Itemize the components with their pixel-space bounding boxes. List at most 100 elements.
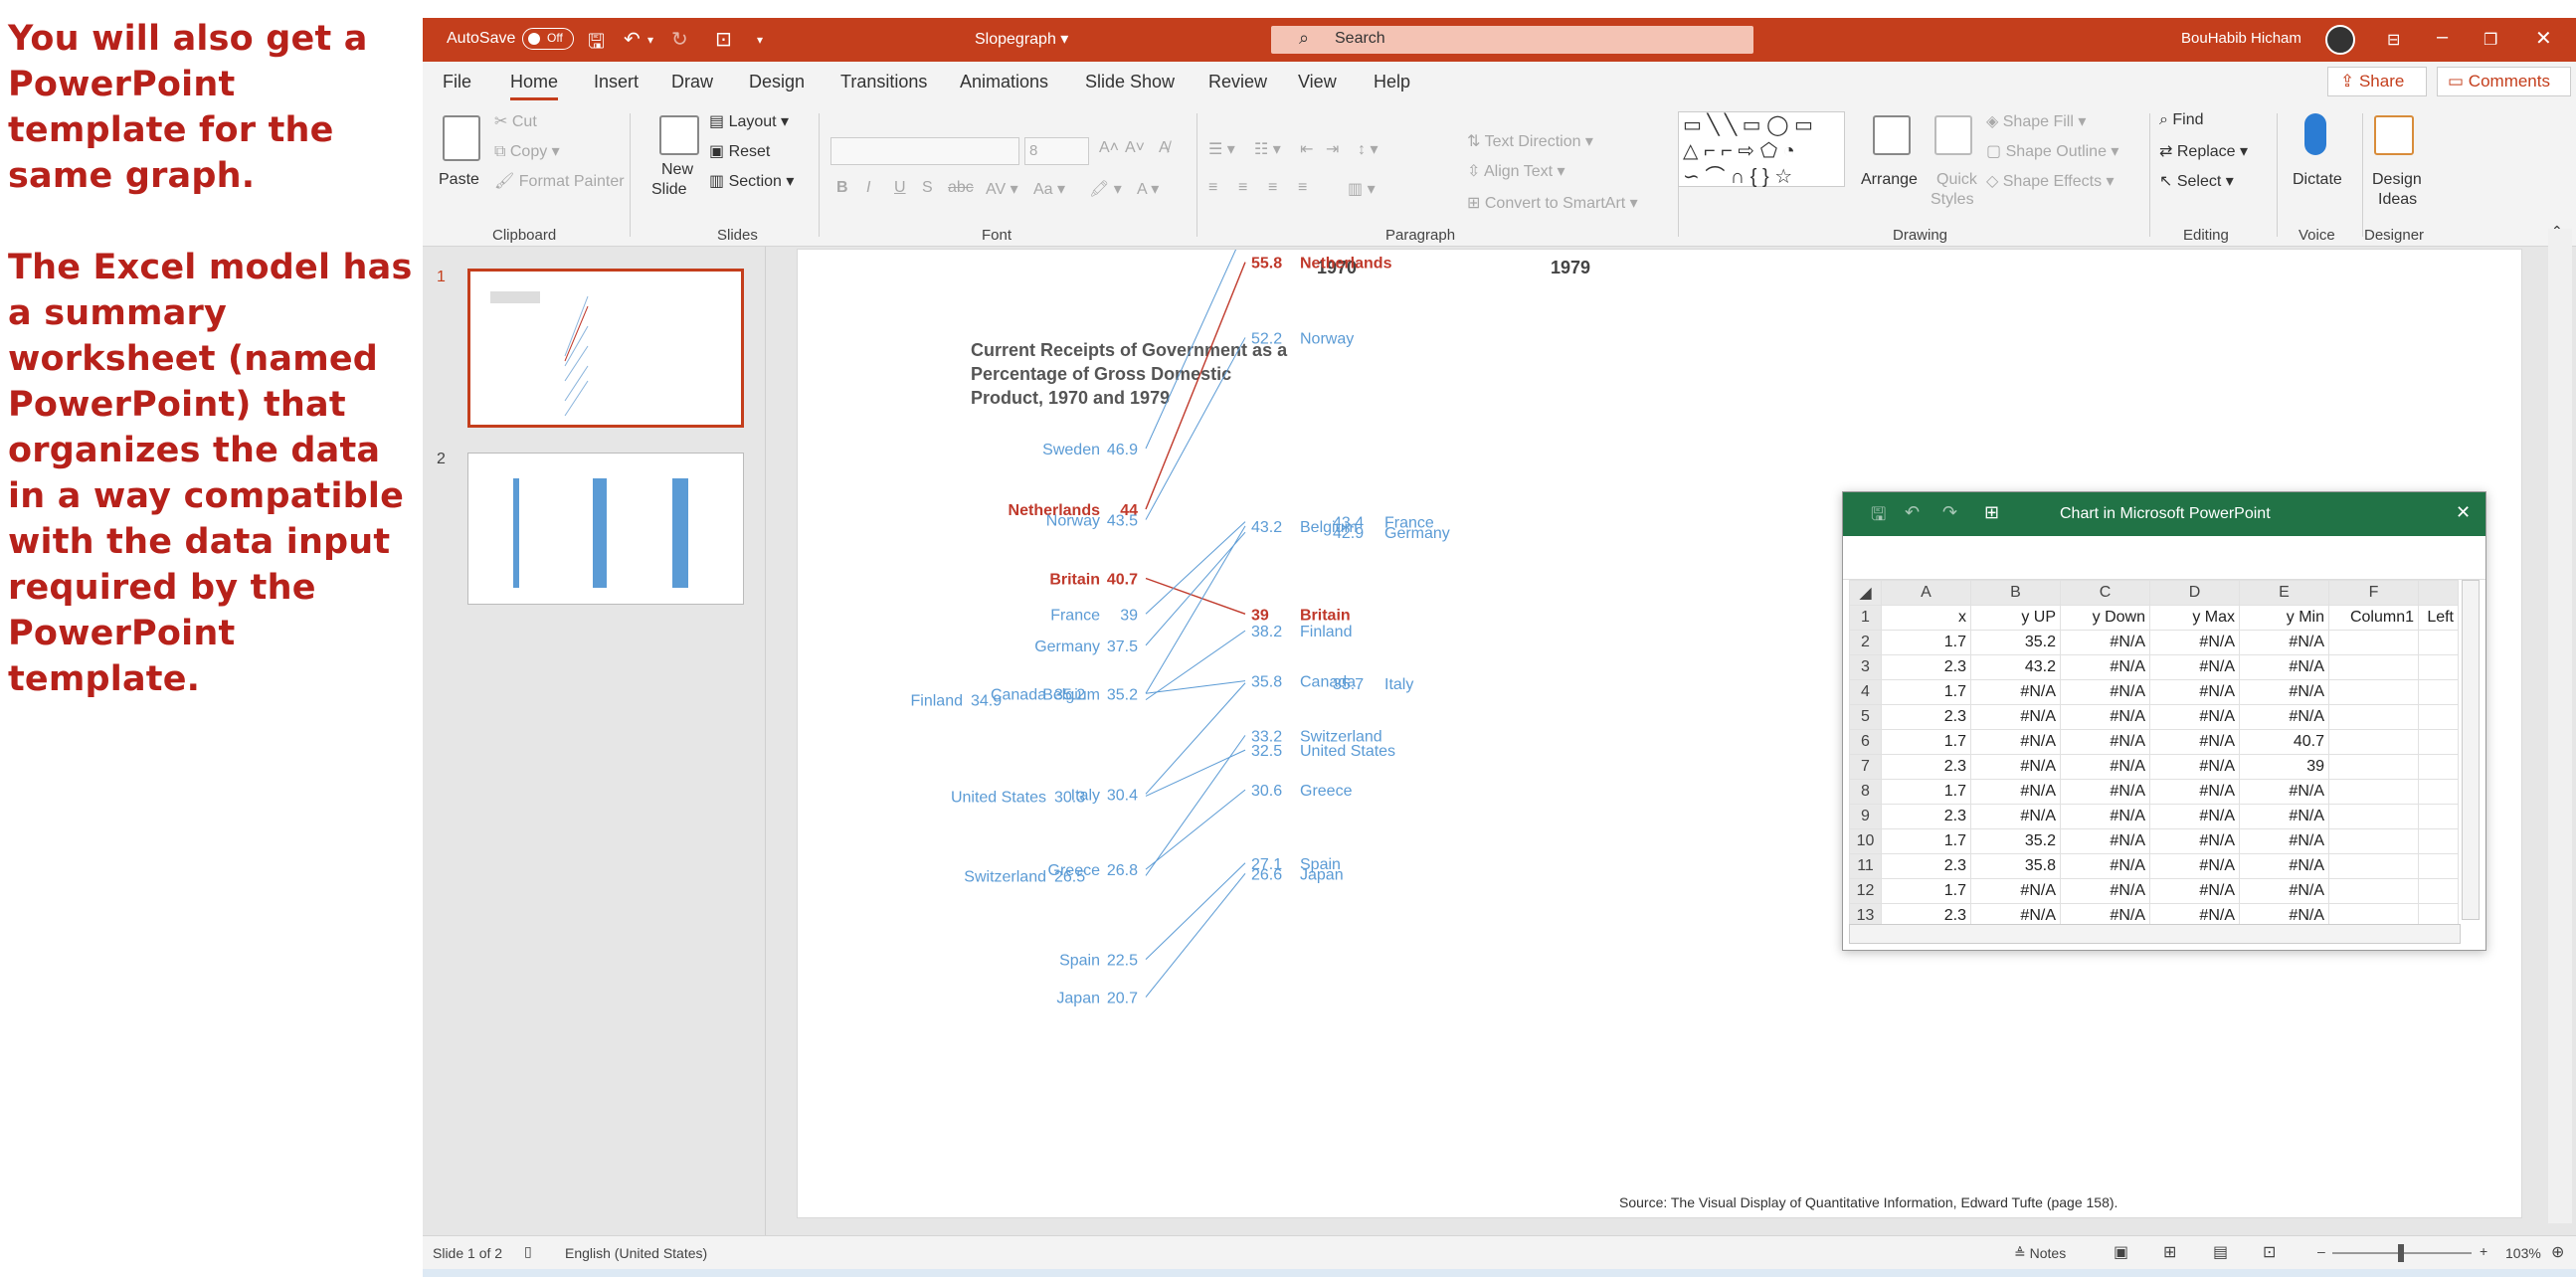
excel-cell[interactable]: Column1 [2328, 605, 2419, 631]
zoom-slider-thumb[interactable] [2398, 1244, 2404, 1262]
decrease-indent-icon[interactable]: ⇤ [1300, 139, 1313, 159]
language-indicator[interactable]: English (United States) [565, 1245, 707, 1261]
column-header[interactable]: B [1970, 580, 2061, 606]
excel-cell[interactable] [2418, 729, 2459, 755]
spellcheck-icon[interactable]: ▯ [524, 1243, 532, 1260]
find-button[interactable]: ⌕ Find [2159, 111, 2204, 129]
bullets-icon[interactable]: ☰ ▾ [1208, 139, 1235, 159]
increase-font-icon[interactable]: A˄ [1099, 139, 1119, 157]
excel-cell[interactable] [2418, 704, 2459, 730]
excel-cell[interactable]: #N/A [1970, 878, 2061, 904]
tab-design[interactable]: Design [749, 72, 805, 92]
excel-cell[interactable]: #N/A [2060, 804, 2150, 829]
excel-cell[interactable]: #N/A [1970, 679, 2061, 705]
excel-cell[interactable]: #N/A [2239, 654, 2329, 680]
shapes-gallery[interactable]: ▭ ╲ ╲ ▭ ◯ ▭ △ ⌐ ⌐ ⇨ ⬠ ◔ ∽ ⌒ ∩ { } ☆ [1678, 111, 1845, 188]
clear-format-icon[interactable]: A̸ [1159, 139, 1170, 157]
cut-button[interactable]: ✂ Cut [494, 111, 537, 131]
excel-cell[interactable] [2328, 729, 2419, 755]
excel-cell[interactable]: 1.7 [1881, 630, 1971, 655]
align-text-button[interactable]: ⇳ Align Text ▾ [1467, 161, 1565, 181]
select-all-corner[interactable]: ◢ [1849, 580, 1882, 606]
minimize-icon[interactable]: – [2437, 26, 2448, 49]
quick-styles-label[interactable]: Quick [1936, 171, 1977, 189]
redo-icon[interactable]: ↻ [671, 27, 688, 52]
row-header[interactable]: 7 [1849, 754, 1882, 780]
excel-close-icon[interactable]: ✕ [2456, 502, 2471, 523]
comments-button[interactable]: ▭ Comments [2437, 67, 2571, 96]
columns-icon[interactable]: ▥ ▾ [1348, 179, 1376, 199]
design-ideas-label-2[interactable]: Ideas [2378, 191, 2417, 209]
share-button[interactable]: ⇪ Share [2327, 67, 2427, 96]
excel-cell[interactable]: #N/A [2149, 853, 2240, 879]
change-case-icon[interactable]: Aa ▾ [1033, 179, 1065, 199]
excel-cell[interactable] [2418, 853, 2459, 879]
decrease-font-icon[interactable]: A˅ [1125, 139, 1145, 157]
undo-dropdown-icon[interactable]: ▾ [647, 33, 653, 47]
excel-cell[interactable]: #N/A [2239, 779, 2329, 805]
column-header[interactable]: F [2328, 580, 2419, 606]
user-name[interactable]: BouHabib Hicham [2181, 30, 2301, 47]
tab-draw[interactable]: Draw [671, 72, 713, 92]
new-slide-label[interactable]: New [661, 161, 693, 179]
excel-cell[interactable] [2328, 779, 2419, 805]
dictate-button[interactable]: Dictate [2293, 171, 2342, 189]
excel-cell[interactable]: #N/A [2060, 679, 2150, 705]
row-header[interactable]: 10 [1849, 828, 1882, 854]
excel-cell[interactable]: #N/A [1970, 729, 2061, 755]
excel-cell[interactable]: #N/A [2239, 704, 2329, 730]
layout-button[interactable]: ▤ Layout ▾ [709, 111, 789, 131]
column-header[interactable]: C [2060, 580, 2150, 606]
slideshow-view-icon[interactable]: ⊡ [2263, 1242, 2276, 1262]
tab-transitions[interactable]: Transitions [840, 72, 927, 92]
excel-cell[interactable]: #N/A [1970, 754, 2061, 780]
excel-cell[interactable] [2418, 630, 2459, 655]
column-header[interactable]: A [1881, 580, 1971, 606]
arrange-button[interactable]: Arrange [1861, 171, 1918, 189]
font-family-select[interactable] [830, 137, 1019, 165]
excel-cell[interactable]: x [1881, 605, 1971, 631]
undo-icon[interactable]: ↶ [624, 27, 641, 52]
tab-view[interactable]: View [1298, 72, 1337, 92]
text-direction-button[interactable]: ⇅ Text Direction ▾ [1467, 131, 1593, 151]
excel-cell[interactable]: #N/A [1970, 804, 2061, 829]
present-icon[interactable]: ⊡ [715, 27, 732, 52]
excel-cell[interactable]: y Max [2149, 605, 2240, 631]
excel-cell[interactable]: #N/A [2060, 878, 2150, 904]
excel-cell[interactable]: Left [2418, 605, 2459, 631]
row-header[interactable]: 8 [1849, 779, 1882, 805]
column-header[interactable]: D [2149, 580, 2240, 606]
excel-redo-icon[interactable]: ↷ [1942, 502, 1957, 523]
excel-save-icon[interactable]: 🖫 [1871, 502, 1886, 532]
excel-cell[interactable]: #N/A [2149, 630, 2240, 655]
excel-cell[interactable] [2328, 704, 2419, 730]
copy-button[interactable]: ⧉ Copy ▾ [494, 141, 560, 161]
excel-cell[interactable]: #N/A [2149, 704, 2240, 730]
avatar[interactable] [2325, 25, 2355, 55]
row-header[interactable]: 3 [1849, 654, 1882, 680]
excel-cell[interactable]: 39 [2239, 754, 2329, 780]
excel-cell[interactable]: 2.3 [1881, 704, 1971, 730]
convert-smartart-button[interactable]: ⊞ Convert to SmartArt ▾ [1467, 193, 1638, 213]
microphone-icon[interactable] [2304, 113, 2326, 155]
excel-cell[interactable] [2418, 654, 2459, 680]
excel-cell[interactable]: #N/A [2149, 804, 2240, 829]
tab-insert[interactable]: Insert [594, 72, 639, 92]
document-title[interactable]: Slopegraph ▾ [975, 29, 1068, 49]
excel-cell[interactable] [2328, 853, 2419, 879]
excel-grid[interactable]: ◢ A B C D E F 1xy UP y Down y Max y Min Colu… [1849, 580, 2459, 929]
fit-slide-icon[interactable]: ⊕ [2551, 1242, 2564, 1262]
design-ideas-label[interactable]: Design [2372, 171, 2422, 189]
excel-cell[interactable]: 43.2 [1970, 654, 2061, 680]
char-spacing-icon[interactable]: AV ▾ [986, 179, 1018, 199]
strikethrough-icon[interactable]: abc [948, 179, 974, 197]
font-color-icon[interactable]: A ▾ [1137, 179, 1159, 199]
ribbon-display-icon[interactable]: ⊟ [2387, 30, 2400, 50]
excel-cell[interactable]: #N/A [2239, 679, 2329, 705]
row-header[interactable]: 9 [1849, 804, 1882, 829]
replace-button[interactable]: ⇄ Replace ▾ [2159, 141, 2248, 161]
excel-cell[interactable]: #N/A [2149, 754, 2240, 780]
slide-thumbnail-2[interactable] [467, 453, 744, 605]
reset-button[interactable]: ▣ Reset [709, 141, 770, 161]
select-button[interactable]: ↖ Select ▾ [2159, 171, 2234, 191]
